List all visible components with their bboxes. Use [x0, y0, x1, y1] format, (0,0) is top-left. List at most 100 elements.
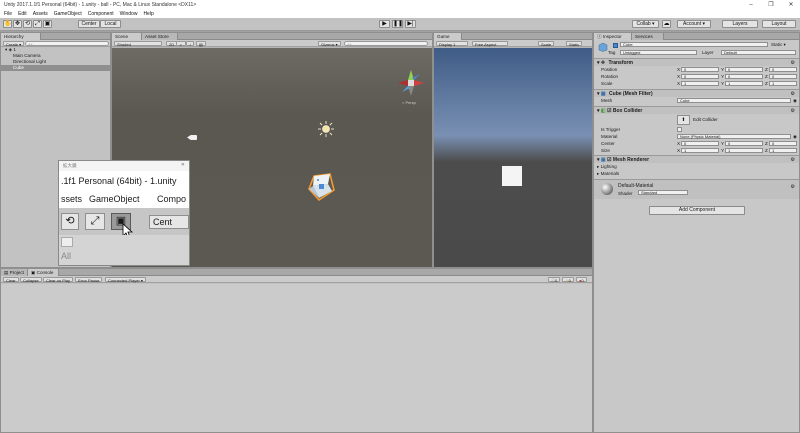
materials-foldout[interactable]: ▸ Materials: [594, 170, 799, 177]
box-collider-component-header[interactable]: ▾ ◧ ☑ Box Collider ⚙: [594, 106, 799, 114]
rotate-icon: ⟲: [24, 21, 31, 27]
create-button[interactable]: Create ▾: [3, 41, 25, 47]
error-pause-button[interactable]: Error Pause: [75, 277, 103, 283]
tab-hierarchy[interactable]: Hierarchy: [1, 33, 41, 40]
edit-collider-button[interactable]: ⬆: [677, 115, 690, 125]
audio-toggle[interactable]: ♪: [186, 41, 194, 47]
center-x-field[interactable]: 0: [681, 141, 719, 146]
scene-search-input[interactable]: All: [344, 41, 428, 47]
scale-y-field[interactable]: 1: [725, 81, 763, 86]
tab-services[interactable]: Services: [632, 33, 664, 40]
rotation-y-field[interactable]: 0: [725, 74, 763, 79]
add-component-button[interactable]: Add Component: [649, 206, 745, 215]
tab-inspector[interactable]: ⓘ Inspector: [594, 33, 632, 40]
warning-count-button[interactable]: ⚠0: [562, 277, 574, 283]
tab-project[interactable]: ▤ Project: [1, 269, 28, 276]
layout-dropdown[interactable]: Layout: [762, 20, 796, 28]
clear-on-play-button[interactable]: Clear on Play: [43, 277, 74, 283]
directional-light-icon[interactable]: [318, 121, 334, 137]
scale-z-field[interactable]: 1: [769, 81, 797, 86]
position-y-field[interactable]: 0: [725, 67, 763, 72]
size-z-field[interactable]: 1: [769, 148, 797, 153]
mesh-renderer-component-header[interactable]: ▾ ▣ ☑ Mesh Renderer ⚙: [594, 155, 799, 163]
lighting-toggle[interactable]: ☼: [176, 41, 186, 47]
rotation-z-field[interactable]: 0: [769, 74, 797, 79]
cloud-button[interactable]: ☁: [662, 20, 671, 28]
maximize-icon[interactable]: ❐: [764, 0, 778, 10]
settings-gear-icon[interactable]: ⚙: [791, 184, 795, 190]
shading-dropdown[interactable]: Shaded: [114, 41, 162, 47]
settings-gear-icon[interactable]: ⚙: [791, 107, 795, 115]
clear-button[interactable]: Clear: [3, 277, 19, 283]
menu-help[interactable]: Help: [143, 10, 153, 18]
close-icon[interactable]: ✕: [181, 162, 185, 168]
effects-toggle[interactable]: ▤: [196, 41, 206, 47]
game-viewport[interactable]: [434, 48, 592, 267]
menu-window[interactable]: Window: [120, 10, 138, 18]
position-x-field[interactable]: 0: [681, 67, 719, 72]
rect-tool-button[interactable]: ▣: [43, 20, 52, 28]
log-count-button[interactable]: ⓘ0: [548, 277, 561, 283]
enabled-checkbox[interactable]: ☑: [607, 108, 611, 114]
tab-scene[interactable]: Scene: [112, 33, 142, 40]
static-dropdown[interactable]: Static: [566, 41, 583, 47]
hand-tool-button[interactable]: ✋: [3, 20, 12, 28]
lighting-foldout[interactable]: ▸ Lighting: [594, 163, 799, 170]
menu-component[interactable]: Component: [88, 10, 114, 18]
pause-button[interactable]: ❚❚: [392, 20, 403, 28]
tag-dropdown[interactable]: Untagged: [620, 50, 697, 55]
pivot-local-button[interactable]: Local: [100, 20, 121, 28]
move-tool-button[interactable]: ✥: [13, 20, 22, 28]
object-picker-icon[interactable]: ◉: [793, 133, 797, 140]
close-icon[interactable]: ✕: [784, 0, 798, 10]
size-y-field[interactable]: 1: [725, 148, 763, 153]
center-y-field[interactable]: 0: [725, 141, 763, 146]
gizmos-dropdown[interactable]: Gizmos ▾: [318, 41, 341, 47]
tab-console[interactable]: ▣ Console: [28, 269, 59, 276]
scale-tool-button[interactable]: ⤢: [33, 20, 42, 28]
static-checkbox[interactable]: Static ▾: [771, 42, 786, 48]
rotate-tool-button[interactable]: ⟲: [23, 20, 32, 28]
menu-gameobject[interactable]: GameObject: [54, 10, 82, 18]
minimize-icon[interactable]: –: [744, 0, 758, 10]
collab-button[interactable]: Collab ▾: [632, 20, 659, 28]
menu-edit[interactable]: Edit: [18, 10, 27, 18]
layer-dropdown[interactable]: Default: [721, 50, 796, 55]
size-x-field[interactable]: 1: [681, 148, 719, 153]
rotation-x-field[interactable]: 0: [681, 74, 719, 79]
menu-file[interactable]: File: [4, 10, 12, 18]
collapse-button[interactable]: Collapse: [20, 277, 42, 283]
account-button[interactable]: Account ▾: [677, 20, 711, 28]
menu-bar: File Edit Assets GameObject Component Wi…: [0, 10, 800, 18]
pivot-center-button[interactable]: Center: [78, 20, 100, 28]
tab-asset-store[interactable]: Asset Store: [142, 33, 178, 40]
aspect-dropdown[interactable]: Free Aspect: [472, 41, 508, 47]
cube-object-icon[interactable]: [306, 172, 336, 204]
mesh-filter-component-header[interactable]: ▾ ▦ Cube (Mesh Filter) ⚙: [594, 89, 799, 97]
layers-dropdown[interactable]: Layers: [722, 20, 758, 28]
position-z-field[interactable]: 0: [769, 67, 797, 72]
active-checkbox[interactable]: [613, 43, 618, 48]
step-button[interactable]: ▶|: [405, 20, 416, 28]
error-count-button[interactable]: ●0: [576, 277, 587, 283]
scale-slider[interactable]: Scale: [538, 41, 555, 47]
transform-component-header[interactable]: ▾ ✥ Transform ⚙: [594, 58, 799, 66]
center-z-field[interactable]: 0: [769, 141, 797, 146]
is-trigger-checkbox[interactable]: [677, 127, 682, 132]
connected-player-dropdown[interactable]: Connected Player ▾: [105, 277, 146, 283]
console-log-area[interactable]: [1, 284, 592, 432]
tab-game[interactable]: Game: [434, 33, 462, 40]
menu-assets[interactable]: Assets: [33, 10, 48, 18]
mesh-field[interactable]: Cube: [677, 98, 791, 103]
camera-gizmo-icon[interactable]: [187, 133, 199, 142]
orientation-gizmo-icon[interactable]: [396, 68, 426, 98]
object-picker-icon[interactable]: ◉: [793, 97, 797, 104]
physic-material-field[interactable]: None (Physic Material): [677, 134, 791, 139]
shader-dropdown[interactable]: Standard: [638, 190, 688, 195]
play-button[interactable]: ▶: [379, 20, 390, 28]
display-dropdown[interactable]: Display 1: [436, 41, 468, 47]
hierarchy-item-cube[interactable]: Cube: [1, 65, 110, 71]
object-name-field[interactable]: Cube: [620, 42, 768, 47]
scale-x-field[interactable]: 1: [681, 81, 719, 86]
hierarchy-search-input[interactable]: All: [25, 41, 109, 47]
